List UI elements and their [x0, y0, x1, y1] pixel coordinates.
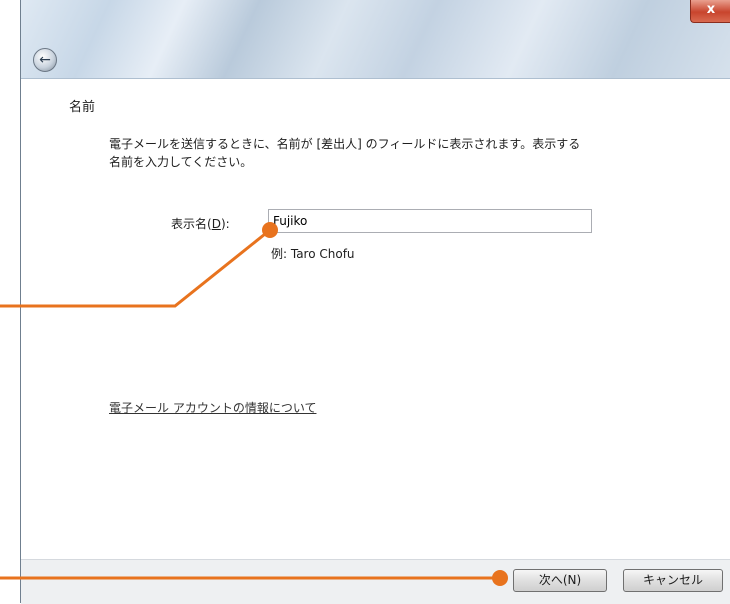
close-button[interactable]: x: [690, 0, 730, 23]
description-line-1: 電子メールを送信するときに、名前が [差出人] のフィールドに表示されます。表示…: [109, 137, 581, 151]
wizard-content: 名前 電子メールを送信するときに、名前が [差出人] のフィールドに表示されます…: [21, 79, 730, 559]
display-name-label: 表示名(D):: [171, 217, 230, 231]
display-name-input[interactable]: [268, 209, 592, 233]
page-title: 名前: [69, 100, 96, 115]
description: 電子メールを送信するときに、名前が [差出人] のフィールドに表示されます。表示…: [109, 135, 629, 171]
footer-bar: 次へ(N) キャンセル: [21, 559, 730, 604]
cancel-button[interactable]: キャンセル: [623, 569, 723, 592]
back-button[interactable]: ←: [33, 48, 57, 72]
next-button[interactable]: 次へ(N): [513, 569, 607, 592]
wizard-window: x ← 名前 電子メールを送信するときに、名前が [差出人] のフィールドに表示…: [20, 0, 730, 604]
example-text: 例: Taro Chofu: [271, 247, 355, 261]
account-info-link[interactable]: 電子メール アカウントの情報について: [109, 399, 316, 416]
description-line-2: 名前を入力してください。: [109, 155, 253, 169]
title-bar: x ←: [21, 0, 730, 79]
close-icon: x: [706, 2, 716, 17]
arrow-left-icon: ←: [39, 52, 51, 68]
